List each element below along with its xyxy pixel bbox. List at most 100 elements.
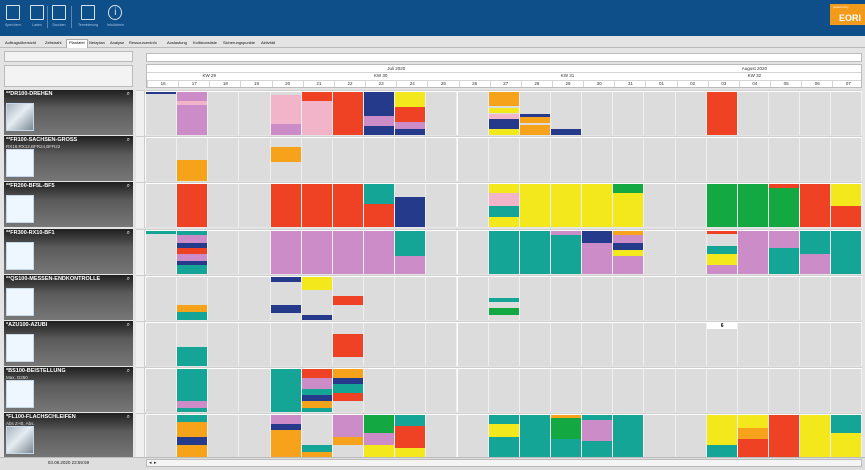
resource-label[interactable]: **FR200-BF5L-BF5 ⌕ (4, 182, 133, 228)
schedule-cell[interactable] (737, 92, 769, 135)
schedule-cell[interactable] (270, 138, 302, 182)
job-bar-pink[interactable] (301, 377, 332, 389)
job-bar-orange[interactable] (519, 124, 550, 135)
schedule-cell[interactable] (737, 230, 769, 274)
schedule-cell[interactable] (332, 276, 365, 320)
info-admin-button[interactable]: i Info/Admin (107, 5, 124, 27)
schedule-cell[interactable] (146, 415, 178, 459)
job-bar-yellow[interactable] (301, 276, 332, 290)
schedule-cell[interactable] (519, 276, 551, 320)
job-bar-yellow[interactable] (800, 415, 831, 459)
job-bar-pink[interactable] (582, 243, 613, 274)
job-bar-teal[interactable] (177, 369, 208, 402)
schedule-cell[interactable] (737, 276, 769, 320)
job-bar-yellow[interactable] (613, 192, 644, 228)
job-bar-red[interactable] (177, 184, 208, 228)
schedule-cell[interactable] (613, 138, 645, 182)
schedule-cell[interactable] (364, 415, 396, 459)
job-bar-green[interactable] (550, 417, 582, 440)
job-bar-pink[interactable] (395, 256, 426, 274)
schedule-cell[interactable] (831, 230, 863, 274)
schedule-cell[interactable] (395, 369, 427, 413)
schedule-cell[interactable] (675, 92, 707, 135)
job-bar-teal[interactable] (613, 415, 644, 459)
job-bar-pink[interactable] (270, 230, 301, 274)
job-bar-teal[interactable] (488, 415, 519, 424)
schedule-cell[interactable] (426, 92, 458, 135)
schedule-cell[interactable] (582, 184, 614, 228)
tab-sicherungspunkte[interactable]: Sicherungspunkte (223, 40, 255, 45)
job-bar-yellow[interactable] (488, 423, 519, 437)
job-bar-gray[interactable] (332, 323, 364, 334)
schedule-cell[interactable] (613, 415, 645, 459)
schedule-cell[interactable] (769, 92, 801, 135)
schedule-cell[interactable] (332, 184, 365, 228)
job-bar-pink[interactable] (177, 234, 208, 244)
schedule-cell[interactable] (270, 369, 302, 413)
schedule-cell[interactable] (395, 184, 427, 228)
schedule-cell[interactable] (426, 276, 458, 320)
job-bar-pink[interactable] (177, 104, 208, 135)
schedule-cell[interactable] (613, 276, 645, 320)
schedule-cell[interactable] (582, 138, 614, 182)
job-bar-gray[interactable] (706, 234, 737, 246)
schedule-cell[interactable] (239, 138, 271, 182)
schedule-cell[interactable] (519, 323, 551, 366)
job-bar-teal[interactable] (582, 441, 613, 459)
job-bar-red[interactable] (706, 92, 737, 135)
job-bar-teal[interactable] (706, 245, 737, 255)
filter-bar[interactable] (146, 53, 862, 62)
schedule-cell[interactable] (146, 323, 178, 366)
schedule-cell[interactable] (270, 415, 302, 459)
schedule-cell[interactable] (550, 369, 583, 413)
job-bar-teal[interactable] (488, 230, 519, 274)
schedule-cell[interactable] (519, 92, 551, 135)
job-bar-teal[interactable] (831, 230, 862, 274)
schedule-cell[interactable] (488, 138, 520, 182)
schedule-cell[interactable] (177, 369, 209, 413)
tab-zeitstrahl[interactable]: Zeitstrahl (45, 40, 61, 45)
print-button[interactable]: Drucken (52, 5, 66, 27)
schedule-cell[interactable] (239, 369, 271, 413)
schedule-cell[interactable] (426, 323, 458, 366)
schedule-cell[interactable] (426, 138, 458, 182)
job-bar-teal[interactable] (800, 230, 831, 255)
schedule-cell[interactable] (301, 138, 333, 182)
schedule-cell[interactable] (301, 276, 333, 320)
resource-label[interactable]: *AZU100-AZUBI ⌕ (4, 321, 133, 366)
job-bar-gray[interactable] (270, 161, 301, 182)
schedule-cell[interactable] (582, 323, 614, 366)
schedule-cell[interactable] (737, 184, 769, 228)
job-bar-red[interactable] (364, 203, 395, 228)
schedule-cell[interactable] (364, 184, 396, 228)
job-bar-pink[interactable] (364, 432, 395, 446)
search-icon[interactable]: ⌕ (127, 183, 130, 190)
schedule-cell[interactable] (457, 230, 489, 274)
job-bar-orange[interactable] (332, 436, 364, 446)
search-icon[interactable]: ⌕ (127, 230, 130, 237)
job-bar-orange[interactable] (488, 92, 519, 106)
schedule-cell[interactable] (457, 276, 489, 320)
job-bar-teal[interactable] (177, 264, 208, 274)
schedule-cell[interactable] (800, 276, 832, 320)
schedule-cell[interactable] (270, 92, 302, 135)
job-bar-navy[interactable] (550, 128, 582, 135)
resource-label[interactable]: *BS100-BEISTELLUNG Max. D250 ⌕ (4, 367, 133, 413)
tab-ressourceninfo[interactable]: Ressourceninfo (129, 40, 157, 45)
schedule-cell[interactable] (146, 276, 178, 320)
job-bar-pink[interactable] (332, 230, 364, 274)
schedule-cell[interactable] (737, 323, 769, 366)
job-bar-navy[interactable] (301, 315, 332, 320)
schedule-cell[interactable] (831, 369, 863, 413)
schedule-cell[interactable] (800, 323, 832, 366)
job-bar-teal[interactable] (395, 415, 426, 427)
job-bar-pink[interactable] (364, 230, 395, 274)
resource-label[interactable]: *FL100-FLACHSCHLEIFEN Abs Z+B, Abs. ⌕ (4, 413, 133, 459)
job-bar-teal[interactable] (550, 439, 582, 459)
job-bar-pink[interactable] (270, 415, 301, 424)
search-icon[interactable]: ⌕ (127, 368, 130, 375)
tab-analyse[interactable]: Analyse (110, 40, 124, 45)
schedule-cell[interactable] (644, 276, 676, 320)
schedule-cell[interactable] (364, 369, 396, 413)
schedule-cell[interactable] (332, 323, 365, 366)
